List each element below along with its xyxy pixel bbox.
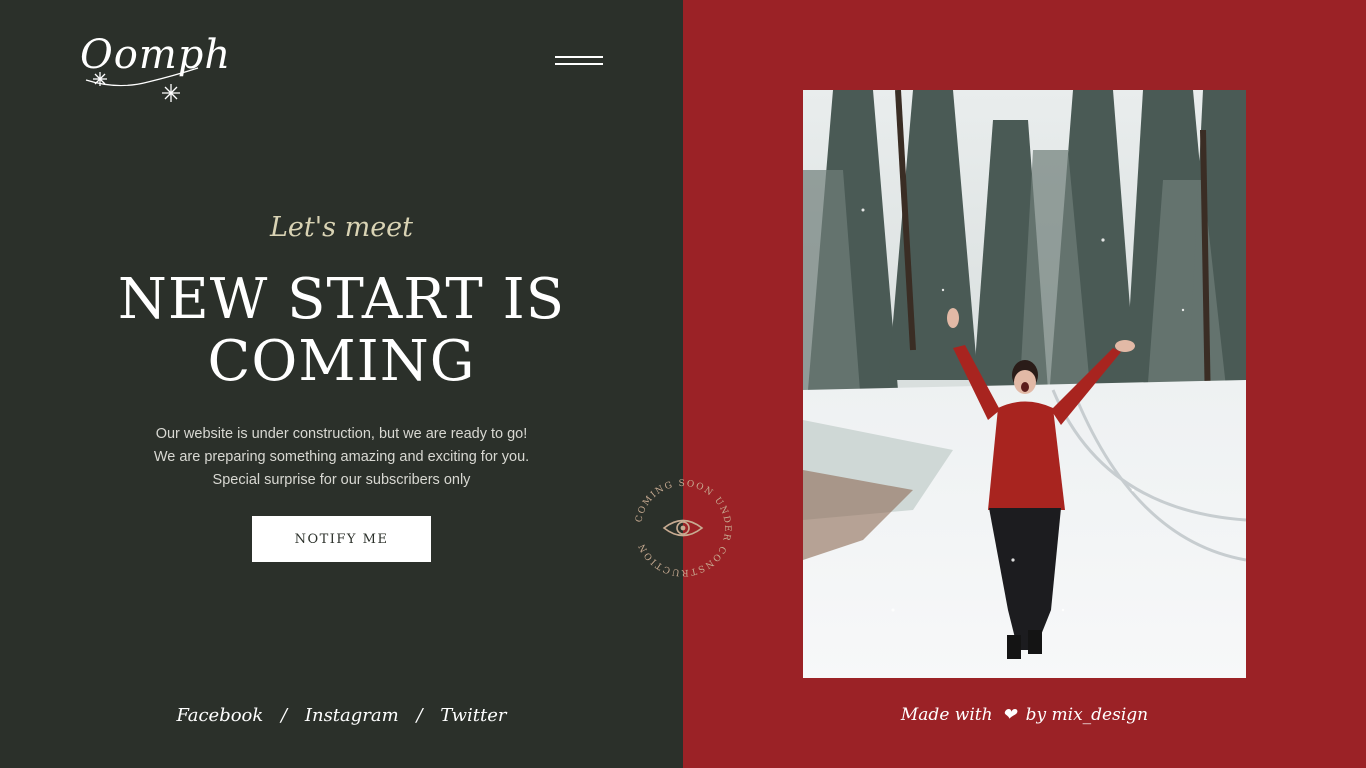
headline-line-2: COMING [207,329,476,394]
credit: Made with ❤ by mix_design [683,705,1366,725]
credit-suffix: by mix_design [1025,705,1149,725]
separator: / [416,705,423,726]
logo[interactable]: Oomph [78,32,230,107]
hero-photo [803,90,1246,678]
separator: / [281,705,288,726]
credit-prefix: Made with [900,705,993,725]
social-links: Facebook / Instagram / Twitter [0,705,683,726]
coming-soon-badge: COMING SOON UNDER CONSTRUCTION [628,473,738,583]
menu-line [555,56,603,58]
hero-description: Our website is under construction, but w… [0,423,683,492]
menu-line [555,63,603,65]
instagram-link[interactable]: Instagram [305,705,399,726]
facebook-link[interactable]: Facebook [176,705,263,726]
desc-line: We are preparing something amazing and e… [153,449,530,465]
desc-line: Our website is under construction, but w… [155,426,528,442]
desc-line: Special surprise for our subscribers onl… [212,472,471,488]
notify-me-button[interactable]: NOTIFY ME [252,516,431,562]
headline-line-1: NEW START IS [117,267,566,332]
eye-icon [662,519,704,537]
left-panel: Oomph Let's meet NEW START IS COMING Our… [0,0,683,768]
hero: Let's meet NEW START IS COMING Our websi… [0,205,683,492]
heart-icon: ❤ [1001,705,1017,725]
hamburger-menu-icon[interactable] [555,52,603,70]
hero-kicker: Let's meet [269,212,414,243]
twitter-link[interactable]: Twitter [440,705,506,726]
snowflake-icon [85,67,199,102]
hero-headline: NEW START IS COMING [0,269,683,393]
